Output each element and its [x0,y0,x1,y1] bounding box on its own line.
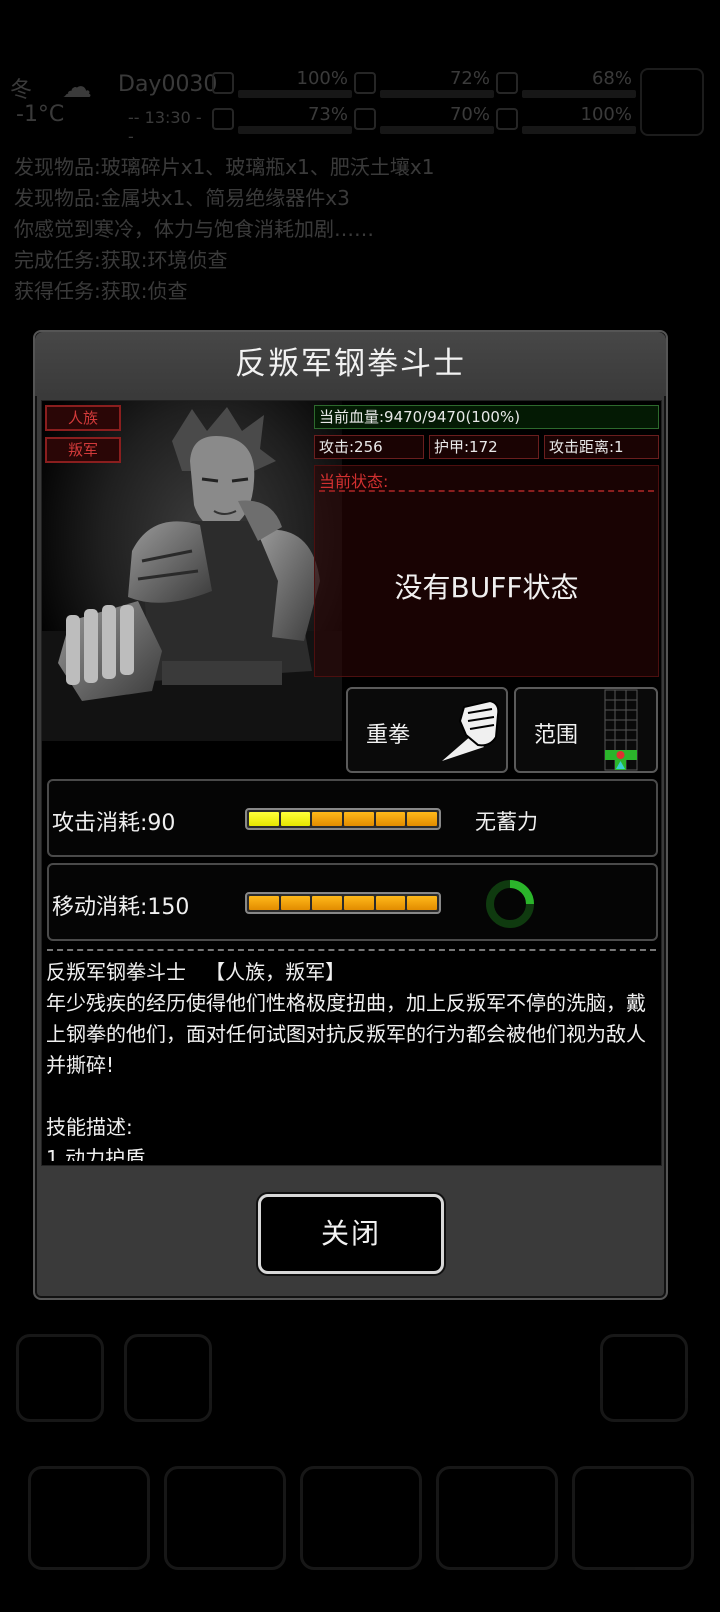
attack-cost-row: 攻击消耗:90 无蓄力 [47,779,658,857]
weather-panel: 冬 ☁ -1°C Day0030 -- 13:30 -- [6,64,217,146]
skills-header: 技能描述: [46,1115,133,1139]
stat-value: 68% [591,68,632,89]
stomach-icon [354,72,376,94]
log-line: 获得任务:获取:侦查 [14,279,188,303]
skill-label: 重拳 [366,723,411,748]
no-buff-text: 没有BUFF状态 [394,571,579,604]
water-drop-icon [354,108,376,130]
attack-stat: 攻击:256 [314,435,424,459]
move-cooldown-ring-icon [486,880,534,928]
dialog-content: 人族 叛军 当前血量:9470/9470(100%) 攻击:256 护甲:172… [41,400,662,1166]
desc-tags: 【人族，叛军】 [205,960,346,984]
status-divider [319,490,654,492]
journal-tab[interactable] [300,1466,422,1570]
stat-water: 70% [354,104,494,134]
cloud-icon: ☁ [62,70,92,105]
enemy-info-dialog: 反叛军钢拳斗士 人族 叛军 当前血量:9470/9470(100%) 攻击:25… [33,330,668,1300]
character-description: 反叛军钢拳斗士 【人族，叛军】 年少残疾的经历使得他们性格极度扭曲，加上反叛军不… [46,957,658,1161]
hp-readout: 当前血量:9470/9470(100%) [314,405,659,429]
stat-shelter: 100% [212,68,352,98]
skills-tab[interactable] [164,1466,286,1570]
buff-status-panel: 当前状态: 没有BUFF状态 [314,465,659,677]
log-line: 你感觉到寒冷，体力与饱食消耗加剧…… [14,217,374,241]
desc-heading: 反叛军钢拳斗士 【人族，叛军】 [46,957,658,988]
map-button[interactable] [600,1334,688,1422]
stat-value: 100% [296,68,348,89]
season-label: 冬 [10,78,33,103]
log-line: 完成任务:获取:环境侦查 [14,248,228,272]
stat-value: 72% [449,68,490,89]
person-icon [212,108,234,130]
faction-tag: 叛军 [45,437,121,463]
attack-charge-state: 无蓄力 [475,810,538,834]
range-info-button[interactable]: 范围 [514,687,658,773]
range-label: 范围 [534,723,579,748]
move-charge-bar [245,892,441,914]
attack-cost-label: 攻击消耗:90 [52,811,176,836]
heart-icon [496,108,518,130]
house-icon [212,72,234,94]
stat-health: 100% [496,104,636,134]
stat-value: 73% [307,104,348,125]
range-grid-icon [604,689,638,771]
stat-value: 100% [580,104,632,125]
stat-value: 70% [449,104,490,125]
move-cost-label: 移动消耗:150 [52,895,190,920]
player-avatar[interactable] [640,68,704,136]
attack-range-stat: 攻击距离:1 [544,435,659,459]
description-divider [47,949,656,951]
fist-icon [442,699,500,761]
lungs-icon [496,72,518,94]
event-log: 发现物品:玻璃碎片x1、玻璃瓶x1、肥沃土壤x1 发现物品:金属块x1、简易绝缘… [14,152,434,307]
race-tag: 人族 [45,405,121,431]
backpack-tab[interactable] [28,1466,150,1570]
run-button[interactable] [124,1334,212,1422]
desc-name: 反叛军钢拳斗士 [46,960,186,984]
stat-breath: 68% [496,68,636,98]
status-header: 当前状态: [319,472,389,491]
attack-charge-bar [245,808,441,830]
log-line: 发现物品:玻璃碎片x1、玻璃瓶x1、肥沃土壤x1 [14,155,435,179]
clock-label: -- 13:30 -- [128,108,202,146]
close-button[interactable]: 关闭 [258,1194,444,1274]
menu-tab[interactable] [572,1466,694,1570]
stat-stamina: 73% [212,104,352,134]
heavy-punch-skill-button[interactable]: 重拳 [346,687,508,773]
desc-body: 年少残疾的经历使得他们性格极度扭曲，加上反叛军不停的洗脑，戴上钢拳的他们，面对任… [46,991,646,1077]
log-line: 发现物品:金属块x1、简易绝缘器件x3 [14,186,350,210]
armor-stat: 护甲:172 [429,435,539,459]
day-label: Day0030 [118,72,218,97]
interact-button[interactable] [16,1334,104,1422]
move-cost-row: 移动消耗:150 [47,863,658,941]
dialog-title: 反叛军钢拳斗士 [35,332,666,396]
skill-line: 1.动力护盾 [46,1146,146,1161]
stat-hunger: 72% [354,68,494,98]
temperature-label: -1°C [16,102,65,127]
shop-tab[interactable] [436,1466,558,1570]
